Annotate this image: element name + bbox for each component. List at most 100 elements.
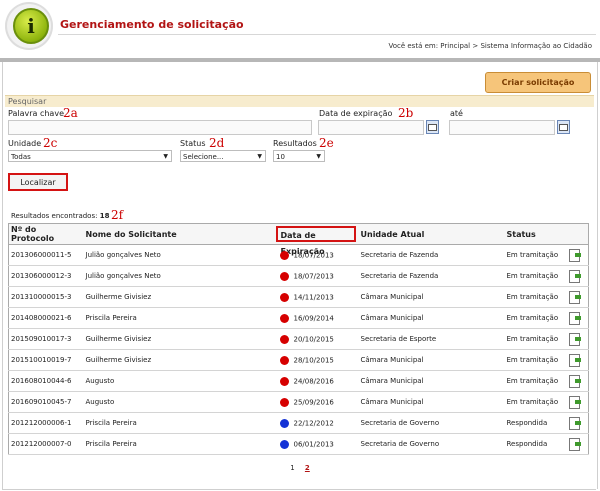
annotation-2a: 2a [63,106,78,120]
status-select[interactable]: Selecione... ▼ [180,150,266,162]
status-dot-icon [279,292,289,302]
expiry-date-label: Data de expiração [319,109,393,118]
column-unit[interactable]: Unidade Atual [358,223,505,245]
status-cell: Em tramitação [504,328,567,350]
open-document-icon[interactable] [568,374,581,388]
open-document-icon[interactable] [568,395,581,409]
page-link-1[interactable]: 1 [290,464,294,472]
requests-table: Nº do Protocolo Nome do Solicitante Data… [8,223,589,455]
content-bottom-border [2,489,596,490]
calendar-icon[interactable] [557,120,570,134]
column-actions [566,223,589,245]
expiry-cell: 25/09/2016 [277,391,359,413]
table-row[interactable]: 201509010017-3 Guilherme Givisiez 20/10/20… [8,328,589,350]
title-divider [58,34,596,35]
column-expiry-date[interactable]: Data de Expiração [275,223,359,256]
unit-cell: Câmara Municipal [358,307,505,329]
unit-cell: Secretaria de Fazenda [358,265,505,287]
expiry-date-from-input[interactable] [318,120,424,135]
table-row[interactable]: 201212000007-0 Priscila Pereira 06/01/2013… [8,433,589,455]
protocol-cell: 201212000007-0 [8,433,84,455]
requester-cell: Julião gonçalves Neto [83,244,278,266]
expiry-date-to-input[interactable] [449,120,555,135]
column-requester[interactable]: Nome do Solicitante [83,223,278,245]
status-cell: Em tramitação [504,244,567,266]
action-cell [566,433,589,455]
chevron-down-icon: ▼ [257,153,262,160]
table-row[interactable]: 201608010044-6 Augusto 24/08/2016 Câmara Mu… [8,370,589,392]
unit-cell: Secretaria de Esporte [358,328,505,350]
table-row[interactable]: 201408000021-6 Priscila Pereira 16/09/2014… [8,307,589,329]
status-dot-icon [279,397,289,407]
results-per-page-label: Resultados [273,139,317,148]
requester-cell: Julião gonçalves Neto [83,265,278,287]
protocol-cell: 201306000011-5 [8,244,84,266]
status-dot-icon [279,271,289,281]
breadcrumb: Você está em: Principal > Sistema Inform… [388,42,592,50]
expiry-cell: 16/09/2014 [277,307,359,329]
annotation-2c: 2c [43,136,58,150]
status-dot-icon [279,439,289,449]
protocol-cell: 201306000012-3 [8,265,84,287]
open-document-icon[interactable] [568,269,581,283]
keyword-input[interactable] [8,120,312,135]
open-document-icon[interactable] [568,311,581,325]
unit-cell: Câmara Municipal [358,391,505,413]
table-row[interactable]: 201306000012-3 Julião gonçalves Neto 18/07… [8,265,589,287]
create-request-button[interactable]: Criar solicitação [485,72,591,93]
results-per-page-select[interactable]: 10 ▼ [273,150,325,162]
keyword-label: Palavra chave [8,109,64,118]
table-row[interactable]: 201609010045-7 Augusto 25/09/2016 Câmara Mu… [8,391,589,413]
open-document-icon[interactable] [568,437,581,451]
unit-cell: Secretaria de Governo [358,433,505,455]
expiry-cell: 28/10/2015 [277,349,359,371]
requester-cell: Priscila Pereira [83,307,278,329]
open-document-icon[interactable] [568,290,581,304]
expiry-cell: 22/12/2012 [277,412,359,434]
table-header-row: Nº do Protocolo Nome do Solicitante Data… [8,223,589,256]
unit-cell: Câmara Municipal [358,286,505,308]
table-row[interactable]: 201212000006-1 Priscila Pereira 22/12/2012… [8,412,589,434]
protocol-cell: 201609010045-7 [8,391,84,413]
page-link-2[interactable]: 2 [305,464,310,472]
table-row[interactable]: 201510010019-7 Guilherme Givisiez 28/10/20… [8,349,589,371]
requester-cell: Augusto [83,370,278,392]
column-status[interactable]: Status [504,223,567,245]
protocol-cell: 201310000015-3 [8,286,84,308]
column-protocol[interactable]: Nº do Protocolo [8,223,84,245]
table-row[interactable]: 201310000015-3 Guilherme Givisiez 14/11/20… [8,286,589,308]
status-cell: Em tramitação [504,286,567,308]
protocol-cell: 201608010044-6 [8,370,84,392]
status-dot-icon [279,418,289,428]
until-label: até [450,109,463,118]
action-cell [566,349,589,371]
status-cell: Respondida [504,412,567,434]
info-logo-icon: i [5,2,53,50]
calendar-icon[interactable] [426,120,439,134]
chevron-down-icon: ▼ [163,153,168,160]
chevron-down-icon: ▼ [316,153,321,160]
action-cell [566,391,589,413]
status-dot-icon [279,355,289,365]
protocol-cell: 201408000021-6 [8,307,84,329]
header: i Gerenciamento de solicitação Você está… [0,0,600,58]
expiry-cell: 06/01/2013 [277,433,359,455]
open-document-icon[interactable] [568,332,581,346]
open-document-icon[interactable] [568,248,581,262]
action-cell [566,370,589,392]
status-dot-icon [279,376,289,386]
protocol-cell: 201212000006-1 [8,412,84,434]
unit-cell: Secretaria de Fazenda [358,244,505,266]
requester-cell: Priscila Pereira [83,412,278,434]
page-title: Gerenciamento de solicitação [60,18,244,31]
unit-select[interactable]: Todas ▼ [8,150,172,162]
status-dot-icon [279,250,289,260]
search-button[interactable]: Localizar [8,173,68,191]
status-cell: Em tramitação [504,370,567,392]
open-document-icon[interactable] [568,353,581,367]
unit-cell: Câmara Municipal [358,349,505,371]
expiry-cell: 14/11/2013 [277,286,359,308]
open-document-icon[interactable] [568,416,581,430]
status-cell: Em tramitação [504,307,567,329]
search-section-title: Pesquisar [5,95,594,107]
